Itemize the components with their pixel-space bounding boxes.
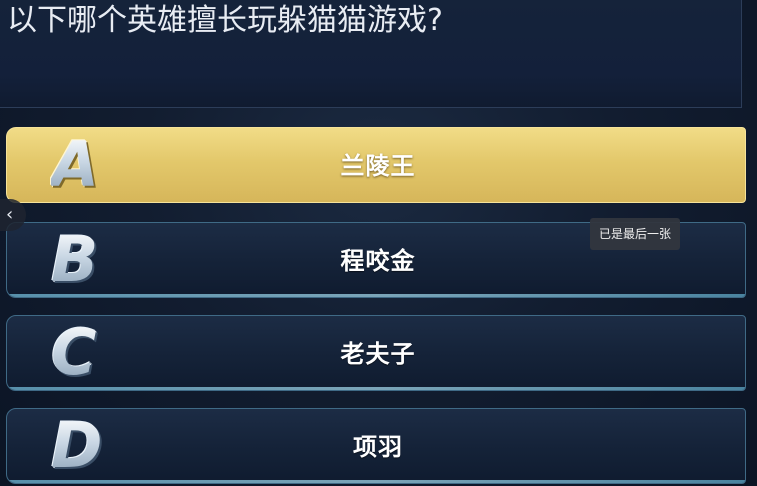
last-page-tooltip: 已是最后一张: [590, 218, 680, 250]
question-text: 以下哪个英雄擅长玩躲猫猫游戏?: [7, 3, 443, 38]
option-d[interactable]: D 项羽: [6, 408, 746, 484]
option-label-c: 老夫子: [340, 340, 416, 368]
option-label-d: 项羽: [353, 433, 403, 461]
question-panel: 以下哪个英雄擅长玩躲猫猫游戏?: [0, 0, 742, 108]
quiz-screen: 以下哪个英雄擅长玩躲猫猫游戏? A 兰陵王 B 程咬金 C 老夫子 D 项羽 ‹…: [0, 0, 757, 486]
chevron-left-icon: ‹: [6, 204, 14, 225]
option-c[interactable]: C 老夫子: [6, 315, 746, 391]
option-a[interactable]: A 兰陵王: [6, 127, 746, 203]
option-label-a: 兰陵王: [340, 152, 416, 180]
